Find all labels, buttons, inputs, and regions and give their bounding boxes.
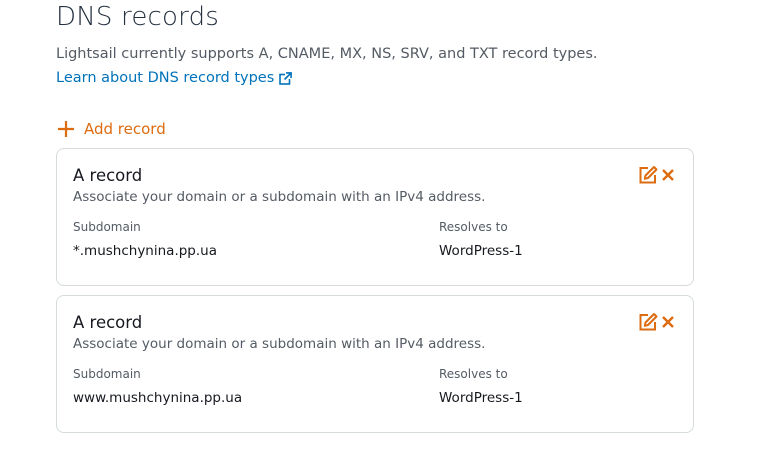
add-record-button[interactable]: Add record xyxy=(56,119,166,139)
page-description: Lightsail currently supports A, CNAME, M… xyxy=(56,46,598,62)
resolves-to-label: Resolves to xyxy=(439,367,508,381)
resolves-to-value: WordPress-1 xyxy=(439,390,523,406)
subdomain-label: Subdomain xyxy=(73,220,141,234)
record-description: Associate your domain or a subdomain wit… xyxy=(73,336,486,352)
subdomain-value: www.mushchynina.pp.ua xyxy=(73,390,243,406)
dns-record-card: A record Associate your domain or a subd… xyxy=(56,148,694,286)
edit-icon[interactable] xyxy=(638,312,658,332)
resolves-to-value: WordPress-1 xyxy=(439,243,523,259)
delete-icon[interactable] xyxy=(661,315,675,329)
record-title: A record xyxy=(73,166,143,185)
record-description: Associate your domain or a subdomain wit… xyxy=(73,189,486,205)
learn-link-label: Learn about DNS record types xyxy=(56,70,275,86)
resolves-to-label: Resolves to xyxy=(439,220,508,234)
learn-dns-types-link[interactable]: Learn about DNS record types xyxy=(56,68,293,88)
page-title: DNS records xyxy=(56,2,220,32)
edit-icon[interactable] xyxy=(638,165,658,185)
record-title: A record xyxy=(73,313,143,332)
add-record-label: Add record xyxy=(84,120,166,138)
subdomain-value: *.mushchynina.pp.ua xyxy=(73,243,217,259)
external-link-icon xyxy=(279,71,293,85)
record-actions xyxy=(638,165,675,185)
plus-icon xyxy=(56,119,76,139)
delete-icon[interactable] xyxy=(661,168,675,182)
record-actions xyxy=(638,312,675,332)
dns-record-card: A record Associate your domain or a subd… xyxy=(56,295,694,433)
subdomain-label: Subdomain xyxy=(73,367,141,381)
